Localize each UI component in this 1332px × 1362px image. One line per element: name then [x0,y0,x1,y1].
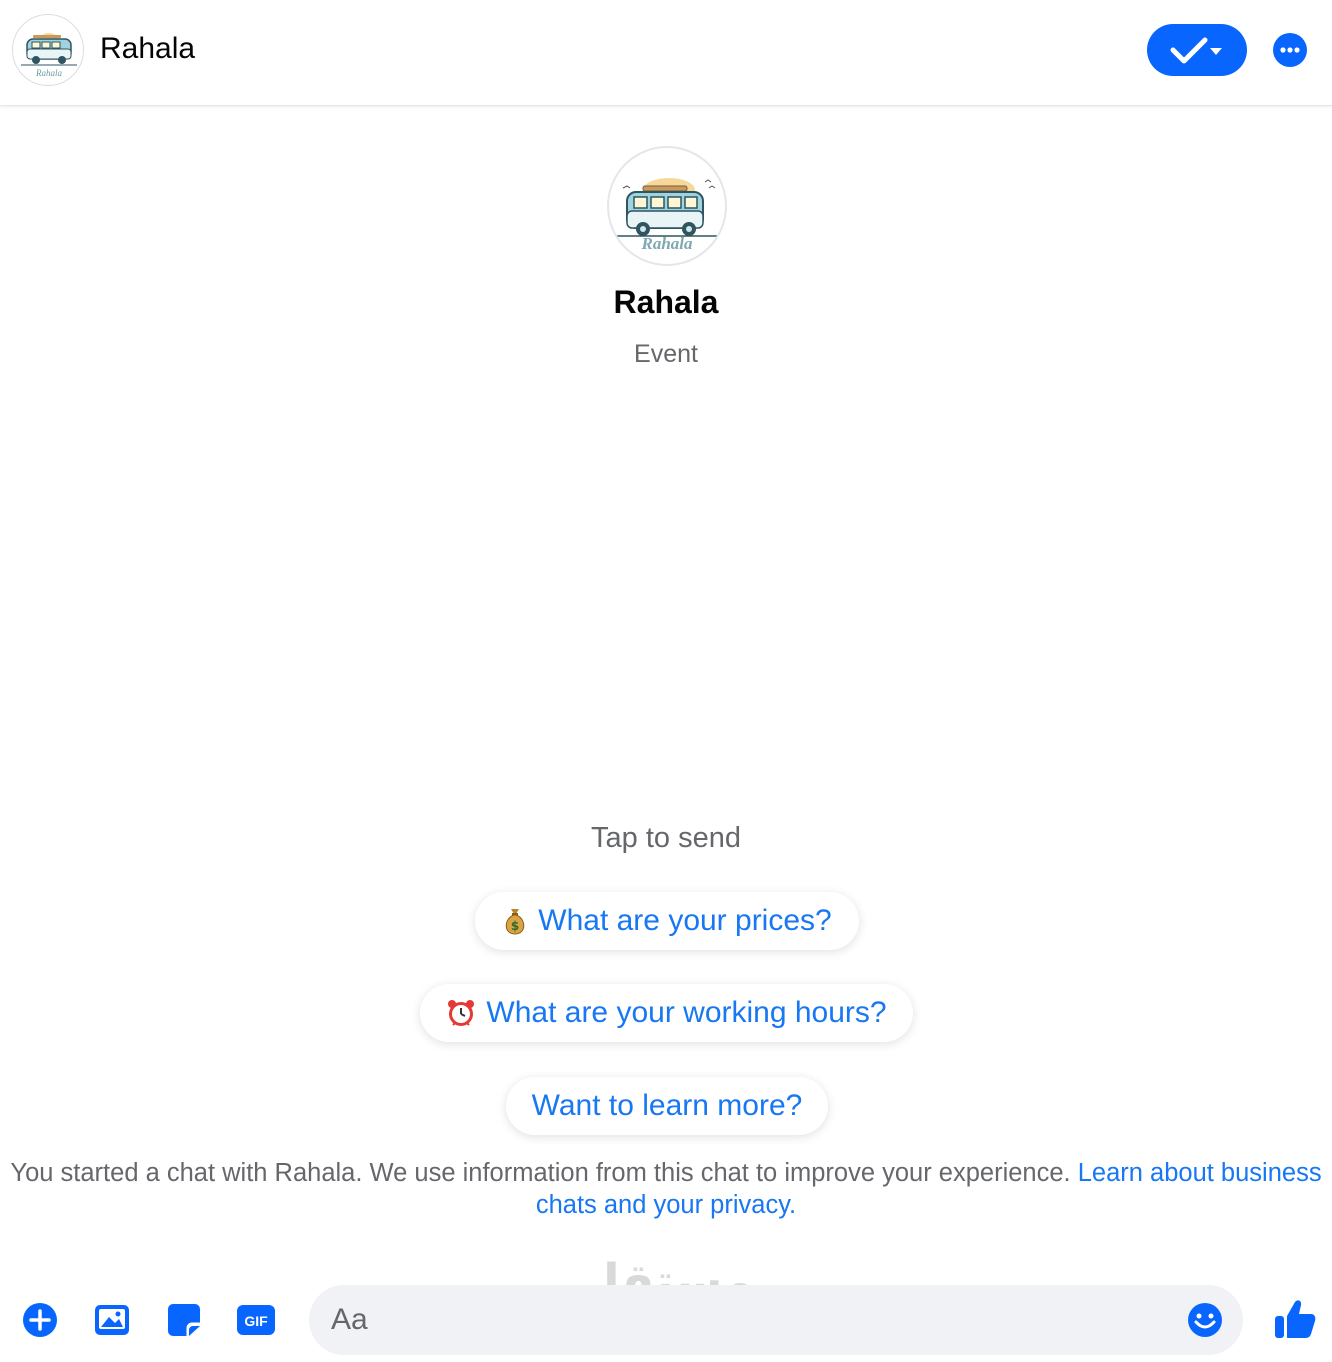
message-composer [309,1285,1243,1355]
privacy-text: You started a chat with Rahala. We use i… [10,1159,1078,1187]
tap-to-send-label: Tap to send [591,822,741,854]
page-avatar[interactable]: Rahala [12,14,84,86]
message-input[interactable] [331,1285,1171,1355]
emoji-icon [1188,1303,1222,1337]
checkmark-dropdown-icon [1170,37,1222,64]
more-options-icon [1280,47,1300,53]
quick-reply-learn-more[interactable]: Want to learn more? [506,1077,828,1135]
profile-category: Event [634,340,698,368]
quick-reply-text: What are your prices? [538,904,832,937]
avatar-logo-text: Rahala [641,234,693,253]
sticker-icon [168,1304,200,1336]
svg-text:Rahala: Rahala [35,68,62,78]
svg-text:$: $ [511,919,519,933]
gif-icon: GIF [237,1305,275,1335]
money-bag-icon: $ [502,906,528,936]
alarm-clock-icon [446,998,476,1028]
more-options-button[interactable] [1273,33,1307,67]
quick-reply-text: Want to learn more? [531,1089,803,1122]
quick-reply-working-hours[interactable]: What are your working hours? [420,984,913,1042]
privacy-notice: You started a chat with Rahala. We use i… [10,1157,1322,1221]
open-more-actions-button[interactable] [20,1300,60,1340]
mark-done-button[interactable] [1147,24,1247,76]
gif-label: GIF [244,1313,268,1329]
emoji-picker-button[interactable] [1187,1302,1223,1338]
choose-gif-button[interactable]: GIF [236,1300,276,1340]
profile-avatar[interactable]: Rahala [607,146,727,266]
page-title: Rahala [100,32,196,65]
quick-reply-prices[interactable]: $ What are your prices? [475,892,859,950]
attach-photo-button[interactable] [92,1300,132,1340]
profile-name: Rahala [613,284,719,320]
van-logo-icon: Rahala [21,33,77,78]
photo-icon [95,1305,129,1335]
quick-reply-text: What are your working hours? [486,996,887,1029]
choose-sticker-button[interactable] [164,1300,204,1340]
thumbs-up-icon [1275,1300,1316,1338]
chat-header: Rahala Rahala [0,0,1332,106]
send-like-button[interactable] [1272,1296,1318,1342]
plus-icon [23,1303,57,1337]
